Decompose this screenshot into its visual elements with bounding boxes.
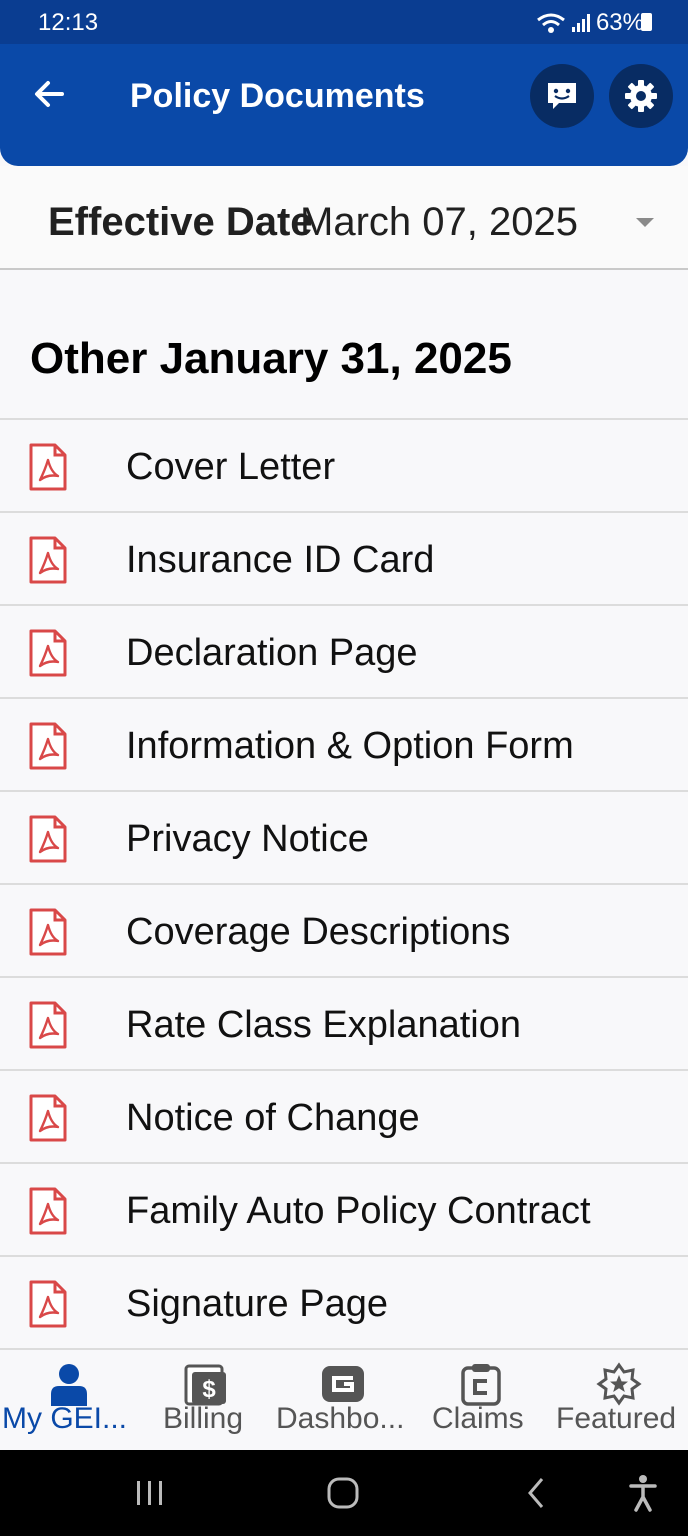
document-list-item[interactable]: Insurance ID Card [0, 513, 688, 606]
document-label: Insurance ID Card [126, 539, 435, 581]
pdf-file-icon [29, 1187, 67, 1235]
back-button[interactable] [30, 74, 70, 114]
bottom-navigation: My GEI... $ Billing Dashbo... Claims Fea… [0, 1350, 688, 1450]
wifi-icon [537, 13, 565, 33]
accessibility-icon[interactable] [628, 1474, 658, 1512]
document-label: Family Auto Policy Contract [126, 1190, 591, 1232]
nav-featured[interactable]: Featured [554, 1350, 688, 1450]
star-badge-icon [596, 1362, 642, 1406]
status-bar: 12:13 63% [0, 0, 688, 44]
document-list: Cover Letter Insurance ID Card Declaration… [0, 418, 688, 1350]
document-label: Declaration Page [126, 632, 418, 674]
chat-button[interactable] [530, 64, 594, 128]
document-label: Rate Class Explanation [126, 1004, 521, 1046]
nav-label-dashboard: Dashbo... [276, 1402, 405, 1435]
status-right: 63% [536, 9, 644, 37]
nav-label-billing: Billing [163, 1402, 244, 1435]
person-icon [51, 1364, 87, 1406]
document-list-item[interactable]: Notice of Change [0, 1071, 688, 1164]
document-label: Signature Page [126, 1283, 388, 1325]
document-list-item[interactable]: Signature Page [0, 1257, 688, 1350]
gear-icon [625, 80, 657, 112]
bill-icon: $ [184, 1364, 226, 1406]
nav-label-my-geico: My GEI... [2, 1402, 128, 1435]
pdf-file-icon [29, 629, 67, 677]
pdf-file-icon [29, 908, 67, 956]
pdf-file-icon [29, 536, 67, 584]
status-time: 12:13 [38, 9, 99, 36]
pdf-file-icon [29, 1094, 67, 1142]
document-list-item[interactable]: Cover Letter [0, 420, 688, 513]
battery-percent: 63% [595, 9, 644, 36]
signal-icon [571, 14, 590, 32]
document-list-item[interactable]: Declaration Page [0, 606, 688, 699]
nav-billing[interactable]: $ Billing [150, 1350, 260, 1450]
chat-bubble-icon [548, 83, 576, 109]
nav-label-claims: Claims [432, 1402, 524, 1435]
home-icon[interactable] [326, 1476, 360, 1510]
nav-label-featured: Featured [556, 1402, 677, 1435]
settings-button[interactable] [609, 64, 673, 128]
effective-date-select[interactable]: March 07, 2025 [300, 200, 578, 245]
clipboard-icon [461, 1364, 501, 1406]
pdf-file-icon [29, 815, 67, 863]
document-label: Coverage Descriptions [126, 911, 511, 953]
recent-apps-icon[interactable] [134, 1478, 166, 1508]
document-list-item[interactable]: Family Auto Policy Contract [0, 1164, 688, 1257]
pdf-file-icon [29, 722, 67, 770]
pdf-file-icon [29, 1280, 67, 1328]
document-list-item[interactable]: Privacy Notice [0, 792, 688, 885]
effective-date-label: Effective Date [48, 200, 313, 244]
document-list-item[interactable]: Information & Option Form [0, 699, 688, 792]
battery-icon [641, 13, 652, 31]
document-list-item[interactable]: Coverage Descriptions [0, 885, 688, 978]
document-label: Cover Letter [126, 446, 336, 488]
document-label: Notice of Change [126, 1097, 420, 1139]
page-title: Policy Documents [130, 77, 425, 115]
section-title: Other January 31, 2025 [30, 334, 512, 383]
pdf-file-icon [29, 443, 67, 491]
effective-date-row: Effective Date March 07, 2025 [0, 166, 688, 270]
nav-my-geico[interactable]: My GEI... [0, 1350, 140, 1450]
document-list-item[interactable]: Rate Class Explanation [0, 978, 688, 1071]
system-navigation-bar [0, 1450, 688, 1536]
dropdown-caret-icon[interactable] [636, 218, 654, 227]
app-bar: Policy Documents [0, 44, 688, 166]
nav-claims[interactable]: Claims [428, 1350, 536, 1450]
svg-text:$: $ [202, 1376, 216, 1403]
back-nav-icon[interactable] [524, 1476, 548, 1510]
geico-g-icon [322, 1366, 364, 1402]
pdf-file-icon [29, 1001, 67, 1049]
document-label: Privacy Notice [126, 818, 369, 860]
document-label: Information & Option Form [126, 725, 574, 767]
arrow-left-icon [35, 81, 64, 107]
nav-dashboard[interactable]: Dashbo... [272, 1350, 412, 1450]
